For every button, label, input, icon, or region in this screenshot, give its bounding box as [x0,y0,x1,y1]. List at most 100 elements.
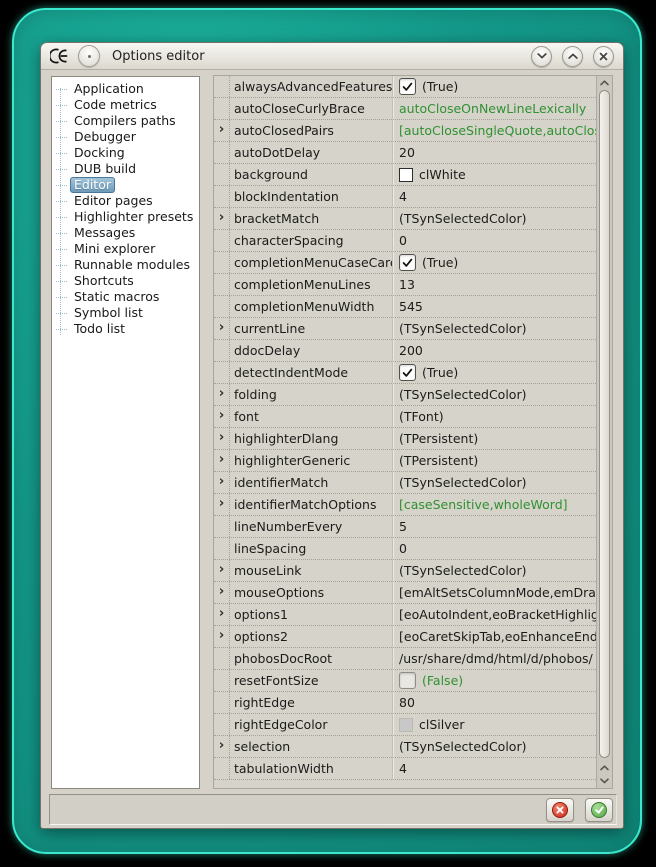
vertical-scrollbar[interactable] [596,76,612,788]
property-row[interactable]: autoDotDelay20 [214,142,596,164]
expand-icon[interactable]: › [219,585,224,598]
property-value-cell[interactable]: (TSynSelectedColor) [392,560,596,581]
property-value-cell[interactable]: 545 [392,296,596,317]
property-row[interactable]: ›mouseLink(TSynSelectedColor) [214,560,596,582]
expand-icon[interactable]: › [219,497,224,510]
property-row[interactable]: alwaysAdvancedFeatures(True) [214,76,596,98]
sidebar-item-messages[interactable]: Messages [52,225,199,241]
property-value-cell[interactable]: (TSynSelectedColor) [392,384,596,405]
property-value-cell[interactable]: (True) [392,362,596,383]
sidebar-item-editor[interactable]: Editor [52,177,199,193]
property-value-cell[interactable]: 20 [392,142,596,163]
property-value-cell[interactable]: [caseSensitive,wholeWord] [392,494,596,515]
expand-icon[interactable]: › [219,607,224,620]
property-value-cell[interactable]: 4 [392,186,596,207]
expand-icon[interactable]: › [219,409,224,422]
expand-icon[interactable]: › [219,563,224,576]
expand-icon[interactable]: › [219,453,224,466]
property-row[interactable]: ›bracketMatch(TSynSelectedColor) [214,208,596,230]
sidebar-item-highlighter-presets[interactable]: Highlighter presets [52,209,199,225]
property-row[interactable]: rightEdge80 [214,692,596,714]
property-value-cell[interactable]: (TSynSelectedColor) [392,736,596,757]
scroll-down-button[interactable] [597,774,612,787]
window-menu-button[interactable] [78,45,100,67]
scrollbar-thumb[interactable] [599,90,610,758]
sidebar-item-docking[interactable]: Docking [52,145,199,161]
property-value-cell[interactable]: (TSynSelectedColor) [392,472,596,493]
sidebar-item-dub-build[interactable]: DUB build [52,161,199,177]
property-row[interactable]: autoCloseCurlyBraceautoCloseOnNewLineLex… [214,98,596,120]
property-value-cell[interactable]: (TPersistent) [392,450,596,471]
property-row[interactable]: ›identifierMatch(TSynSelectedColor) [214,472,596,494]
sidebar-item-static-macros[interactable]: Static macros [52,289,199,305]
expand-icon[interactable]: › [219,123,224,136]
property-row[interactable]: resetFontSize(False) [214,670,596,692]
checkbox-checked[interactable] [399,78,416,95]
sidebar-item-editor-pages[interactable]: Editor pages [52,193,199,209]
property-row[interactable]: ›highlighterGeneric(TPersistent) [214,450,596,472]
property-value-cell[interactable]: 13 [392,274,596,295]
expand-icon[interactable]: › [219,387,224,400]
property-value-cell[interactable]: 5 [392,516,596,537]
property-value-cell[interactable]: (TSynSelectedColor) [392,208,596,229]
sidebar-item-mini-explorer[interactable]: Mini explorer [52,241,199,257]
property-value-cell[interactable]: [eoAutoIndent,eoBracketHighlight [392,604,596,625]
property-row[interactable]: characterSpacing0 [214,230,596,252]
checkbox-unchecked[interactable] [399,672,416,689]
unshade-button[interactable] [562,46,583,67]
color-swatch[interactable] [399,168,413,182]
property-row[interactable]: ›highlighterDlang(TPersistent) [214,428,596,450]
property-value-cell[interactable]: (True) [392,252,596,273]
sidebar-item-compilers-paths[interactable]: Compilers paths [52,113,199,129]
property-value-cell[interactable]: [autoCloseSingleQuote,autoCloseD [392,120,596,141]
property-row[interactable]: blockIndentation4 [214,186,596,208]
expand-icon[interactable]: › [219,475,224,488]
sidebar-item-runnable-modules[interactable]: Runnable modules [52,257,199,273]
scroll-up-button[interactable] [597,76,612,89]
property-value-cell[interactable]: (TPersistent) [392,428,596,449]
property-value-cell[interactable]: 80 [392,692,596,713]
property-row[interactable]: lineSpacing0 [214,538,596,560]
property-row[interactable]: ›autoClosedPairs[autoCloseSingleQuote,au… [214,120,596,142]
shade-button[interactable] [531,46,552,67]
checkbox-checked[interactable] [399,364,416,381]
property-row[interactable]: ›mouseOptions[emAltSetsColumnMode,emDrag… [214,582,596,604]
property-value-cell[interactable]: (TFont) [392,406,596,427]
property-value-cell[interactable]: clSilver [392,714,596,735]
expand-icon[interactable]: › [219,211,224,224]
property-value-cell[interactable]: autoCloseOnNewLineLexically [392,98,596,119]
expand-icon[interactable]: › [219,739,224,752]
property-row[interactable]: ›options1[eoAutoIndent,eoBracketHighligh… [214,604,596,626]
sidebar-item-todo-list[interactable]: Todo list [52,321,199,337]
property-value-cell[interactable]: (False) [392,670,596,691]
sidebar-item-symbol-list[interactable]: Symbol list [52,305,199,321]
property-value-cell[interactable]: /usr/share/dmd/html/d/phobos/ [392,648,596,669]
property-row[interactable]: lineNumberEvery5 [214,516,596,538]
property-row[interactable]: tabulationWidth4 [214,758,596,780]
scroll-up-button[interactable] [597,761,612,774]
property-value-cell[interactable]: 200 [392,340,596,361]
expand-icon[interactable]: › [219,321,224,334]
property-value-cell[interactable]: 0 [392,538,596,559]
property-row[interactable]: completionMenuWidth545 [214,296,596,318]
property-value-cell[interactable]: [eoCaretSkipTab,eoEnhanceEndKe [392,626,596,647]
color-swatch[interactable] [399,718,413,732]
property-row[interactable]: ›font(TFont) [214,406,596,428]
accept-button[interactable] [585,798,613,822]
property-row[interactable]: ›options2[eoCaretSkipTab,eoEnhanceEndKe [214,626,596,648]
titlebar[interactable]: Options editor [41,43,623,70]
close-button[interactable] [593,46,614,67]
sidebar-item-code-metrics[interactable]: Code metrics [52,97,199,113]
cancel-button[interactable] [546,798,574,822]
property-row[interactable]: completionMenuCaseCare(True) [214,252,596,274]
property-row[interactable]: phobosDocRoot/usr/share/dmd/html/d/phobo… [214,648,596,670]
expand-icon[interactable]: › [219,431,224,444]
property-value-cell[interactable]: clWhite [392,164,596,185]
property-row[interactable]: ›selection(TSynSelectedColor) [214,736,596,758]
property-row[interactable]: rightEdgeColorclSilver [214,714,596,736]
checkbox-checked[interactable] [399,254,416,271]
property-row[interactable]: detectIndentMode(True) [214,362,596,384]
property-row[interactable]: ›identifierMatchOptions[caseSensitive,wh… [214,494,596,516]
property-row[interactable]: ddocDelay200 [214,340,596,362]
property-row[interactable]: completionMenuLines13 [214,274,596,296]
